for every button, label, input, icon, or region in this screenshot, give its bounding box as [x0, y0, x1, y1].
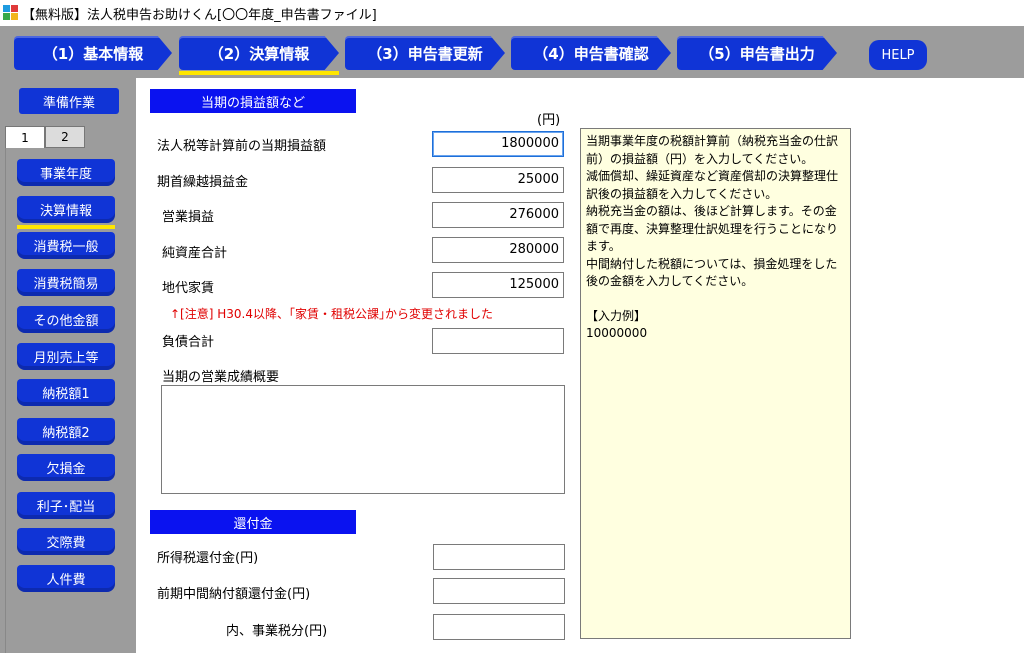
total-liabilities-label: 負債合計	[162, 335, 215, 350]
interim-refund-input[interactable]	[433, 578, 565, 604]
sidebar-item-personnel[interactable]: 人件費	[17, 565, 115, 592]
sidebar-item-loss-carryforward[interactable]: 欠損金	[17, 454, 115, 481]
sidebar-item-other-amounts[interactable]: その他金額	[17, 306, 115, 333]
opening-retained-label: 期首繰越損益金	[157, 175, 249, 190]
sidebar-item-entertainment[interactable]: 交際費	[17, 528, 115, 555]
refund-section-heading: 還付金	[150, 510, 356, 534]
title-bar: 【無料版】法人税申告お助けくん[〇〇年度_申告書ファイル]	[0, 0, 1024, 26]
window-title: 【無料版】法人税申告お助けくん[〇〇年度_申告書ファイル]	[22, 7, 377, 23]
active-sidebar-indicator	[17, 225, 115, 229]
subtab-1[interactable]: 1	[5, 126, 45, 148]
business-summary-textarea[interactable]	[161, 385, 565, 494]
help-text-box: 当期事業年度の税額計算前（納税充当金の仕訳前）の損益額（円）を入力してください。…	[580, 128, 851, 639]
total-liabilities-input[interactable]	[432, 328, 564, 354]
opening-retained-input[interactable]: 25000	[432, 167, 564, 193]
tab-settlement-info[interactable]: （2）決算情報	[179, 36, 339, 70]
help-text-example: 【入力例】 10000000	[586, 308, 648, 341]
sidebar-item-tax-amount-2[interactable]: 納税額2	[17, 418, 115, 445]
help-text-main: 当期事業年度の税額計算前（納税充当金の仕訳前）の損益額（円）を入力してください。…	[586, 134, 839, 288]
help-button[interactable]: HELP	[869, 40, 927, 70]
pretax-profit-label: 法人税等計算前の当期損益額	[157, 139, 327, 154]
sidebar-item-consumption-tax-general[interactable]: 消費税一般	[17, 232, 115, 259]
tab-return-output[interactable]: （5）申告書出力	[677, 36, 837, 70]
sidebar-item-monthly-sales[interactable]: 月別売上等	[17, 343, 115, 370]
income-tax-refund-label: 所得税還付金(円)	[157, 551, 259, 566]
sidebar-item-fiscal-year[interactable]: 事業年度	[17, 159, 115, 186]
business-summary-label: 当期の営業成績概要	[162, 370, 280, 385]
tab-basic-info[interactable]: （1）基本情報	[14, 36, 172, 70]
sidebar-item-consumption-tax-simple[interactable]: 消費税簡易	[17, 269, 115, 296]
operating-profit-input[interactable]: 276000	[432, 202, 564, 228]
business-tax-portion-input[interactable]	[433, 614, 565, 640]
profit-section-heading: 当期の損益額など	[150, 89, 356, 113]
net-assets-label: 純資産合計	[162, 246, 228, 261]
subtab-2[interactable]: 2	[45, 126, 85, 148]
interim-refund-label: 前期中間納付額還付金(円)	[157, 587, 311, 602]
sidebar-item-interest-dividends[interactable]: 利子･配当	[17, 492, 115, 519]
prep-work-button[interactable]: 準備作業	[19, 88, 119, 114]
income-tax-refund-input[interactable]	[433, 544, 565, 570]
app-icon	[3, 5, 19, 21]
unit-label: (円)	[537, 113, 561, 128]
active-tab-indicator	[179, 71, 339, 75]
net-assets-input[interactable]: 280000	[432, 237, 564, 263]
sidebar-item-tax-amount-1[interactable]: 納税額1	[17, 379, 115, 406]
pretax-profit-input[interactable]: 1800000	[432, 131, 564, 157]
rent-input[interactable]: 125000	[432, 272, 564, 298]
tab-return-update[interactable]: （3）申告書更新	[345, 36, 505, 70]
tab-return-check[interactable]: （4）申告書確認	[511, 36, 671, 70]
rent-label: 地代家賃	[162, 281, 215, 296]
business-tax-portion-label: 内、事業税分(円)	[226, 624, 328, 639]
operating-profit-label: 営業損益	[162, 210, 215, 225]
sidebar-item-settlement-info[interactable]: 決算情報	[17, 196, 115, 223]
rent-notice: ↑[注意] H30.4以降、｢家賃・租税公課｣から変更されました	[170, 307, 493, 321]
